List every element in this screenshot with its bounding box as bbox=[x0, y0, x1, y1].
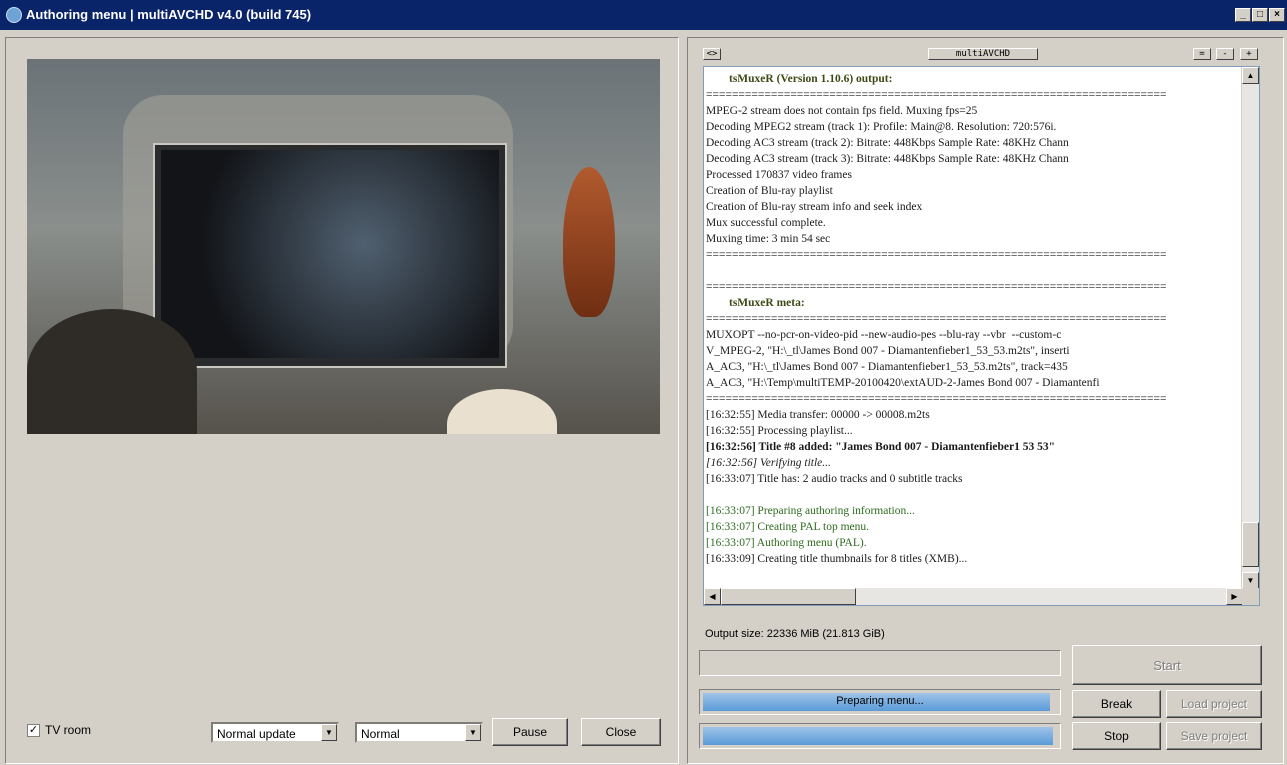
scroll-down-icon[interactable]: ▼ bbox=[1242, 572, 1259, 589]
progress-bar-step bbox=[699, 723, 1061, 749]
log-line: Creation of Blu-ray stream info and seek… bbox=[706, 201, 923, 213]
log-line: ========================================… bbox=[706, 393, 1167, 405]
log-toolbar: <> multiAVCHD = - + bbox=[703, 46, 1260, 64]
log-toggle-button[interactable]: <> bbox=[703, 48, 721, 60]
log-line: ========================================… bbox=[706, 313, 1167, 325]
chevron-down-icon[interactable]: ▼ bbox=[321, 724, 337, 741]
log-line: [16:32:56] Title #8 added: "James Bond 0… bbox=[706, 441, 1056, 453]
log-line: A_AC3, "H:\Temp\multiTEMP-20100420\extAU… bbox=[706, 377, 1100, 389]
pause-button[interactable]: Pause bbox=[492, 718, 568, 746]
log-line: Processed 170837 video frames bbox=[706, 169, 852, 181]
log-line: Muxing time: 3 min 54 sec bbox=[706, 233, 831, 245]
log-line: [16:33:07] Creating PAL top menu. bbox=[706, 521, 870, 533]
break-button[interactable]: Break bbox=[1072, 690, 1161, 718]
log-grow-button[interactable]: + bbox=[1240, 48, 1258, 60]
stop-button[interactable]: Stop bbox=[1072, 722, 1161, 750]
app-icon bbox=[6, 7, 22, 23]
log-line: ========================================… bbox=[706, 89, 1167, 101]
dog-figure bbox=[447, 389, 557, 434]
log-clear-button[interactable]: = bbox=[1193, 48, 1211, 60]
save-project-button[interactable]: Save project bbox=[1166, 722, 1262, 750]
log-line: [16:33:07] Title has: 2 audio tracks and… bbox=[706, 473, 963, 485]
tribal-mask bbox=[563, 167, 615, 317]
viewer-silhouette bbox=[27, 309, 197, 434]
scroll-right-icon[interactable]: ▶ bbox=[1226, 588, 1243, 605]
log-line: ========================================… bbox=[706, 249, 1167, 261]
horizontal-scrollbar[interactable]: ◀ ▶ bbox=[704, 588, 1243, 605]
tv-room-label: TV room bbox=[45, 723, 92, 737]
maximize-button[interactable]: □ bbox=[1252, 8, 1268, 22]
vertical-scroll-thumb[interactable] bbox=[1242, 522, 1259, 567]
log-line: [16:32:56] Verifying title... bbox=[706, 457, 831, 469]
log-text: tsMuxeR (Version 1.10.6) output: ========… bbox=[706, 71, 1243, 567]
update-mode-select[interactable]: Normal update ▼ bbox=[211, 722, 339, 743]
log-line: tsMuxeR (Version 1.10.6) output: bbox=[706, 73, 893, 85]
vertical-scrollbar[interactable]: ▲ ▼ bbox=[1241, 67, 1259, 589]
speed-value: Normal bbox=[361, 727, 400, 741]
log-line: [16:33:07] Authoring menu (PAL). bbox=[706, 537, 867, 549]
log-line: [16:32:55] Media transfer: 00000 -> 0000… bbox=[706, 409, 930, 421]
log-line: MUXOPT --no-pcr-on-video-pid --new-audio… bbox=[706, 329, 1062, 341]
tv-room-checkbox[interactable]: ✓ bbox=[27, 724, 40, 737]
log-line: Decoding MPEG2 stream (track 1): Profile… bbox=[706, 121, 1057, 133]
log-line: MPEG-2 stream does not contain fps field… bbox=[706, 105, 978, 117]
close-window-button[interactable]: × bbox=[1269, 8, 1285, 22]
speed-select[interactable]: Normal ▼ bbox=[355, 722, 483, 743]
window-title: Authoring menu | multiAVCHD v4.0 (build … bbox=[26, 7, 312, 22]
title-bar[interactable]: Authoring menu | multiAVCHD v4.0 (build … bbox=[0, 0, 1287, 30]
log-line: Decoding AC3 stream (track 2): Bitrate: … bbox=[706, 137, 1069, 149]
chevron-down-icon[interactable]: ▼ bbox=[465, 724, 481, 741]
log-line: V_MPEG-2, "H:\_tl\James Bond 007 - Diama… bbox=[706, 345, 1070, 357]
tv-set bbox=[153, 143, 507, 368]
tv-screen bbox=[161, 150, 499, 358]
log-line: Creation of Blu-ray playlist bbox=[706, 185, 833, 197]
horizontal-scroll-thumb[interactable] bbox=[721, 588, 856, 605]
progress-bar-main bbox=[699, 650, 1061, 676]
output-size-text: Output size: 22336 MiB (21.813 GiB) bbox=[705, 628, 885, 640]
log-title-button[interactable]: multiAVCHD bbox=[928, 48, 1038, 60]
log-output[interactable]: tsMuxeR (Version 1.10.6) output: ========… bbox=[703, 66, 1260, 606]
log-shrink-button[interactable]: - bbox=[1216, 48, 1234, 60]
log-line: Mux successful complete. bbox=[706, 217, 826, 229]
scroll-left-icon[interactable]: ◀ bbox=[704, 588, 721, 605]
minimize-button[interactable]: _ bbox=[1235, 8, 1251, 22]
log-line: tsMuxeR meta: bbox=[706, 297, 805, 309]
log-line: [16:32:55] Processing playlist... bbox=[706, 425, 853, 437]
scroll-up-icon[interactable]: ▲ bbox=[1242, 67, 1259, 84]
update-mode-value: Normal update bbox=[217, 727, 296, 741]
menu-preview-image bbox=[27, 59, 660, 434]
progress-fill-step bbox=[703, 727, 1054, 745]
log-line: A_AC3, "H:\_tl\James Bond 007 - Diamante… bbox=[706, 361, 1068, 373]
log-line: Decoding AC3 stream (track 3): Bitrate: … bbox=[706, 153, 1069, 165]
log-line: ========================================… bbox=[706, 281, 1167, 293]
log-line: [16:33:07] Preparing authoring informati… bbox=[706, 505, 915, 517]
progress-bar-menu: Preparing menu... bbox=[699, 689, 1061, 715]
scroll-corner bbox=[1242, 588, 1259, 605]
load-project-button[interactable]: Load project bbox=[1166, 690, 1262, 718]
progress-menu-label: Preparing menu... bbox=[836, 695, 924, 707]
close-button[interactable]: Close bbox=[581, 718, 661, 746]
log-line: [16:33:09] Creating title thumbnails for… bbox=[706, 553, 968, 565]
start-button[interactable]: Start bbox=[1072, 645, 1262, 685]
